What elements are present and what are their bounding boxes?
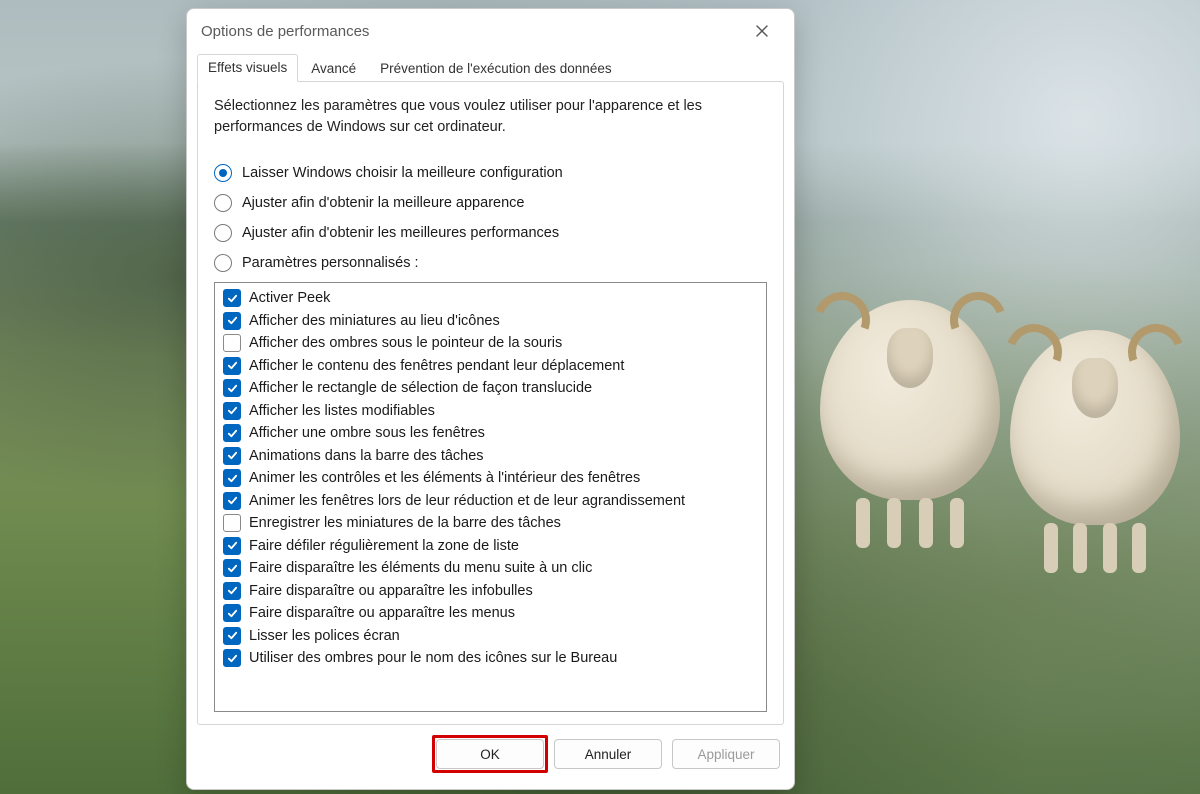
- radio-indicator[interactable]: [214, 224, 232, 242]
- preset-radio-row[interactable]: Laisser Windows choisir la meilleure con…: [214, 164, 767, 182]
- close-button[interactable]: [744, 17, 780, 45]
- effect-option-row[interactable]: Enregistrer les miniatures de la barre d…: [221, 512, 760, 535]
- effect-option-row[interactable]: Afficher des miniatures au lieu d'icônes: [221, 310, 760, 333]
- effect-option-row[interactable]: Afficher le contenu des fenêtres pendant…: [221, 355, 760, 378]
- preset-radio-row[interactable]: Ajuster afin d'obtenir les meilleures pe…: [214, 224, 767, 242]
- checkbox[interactable]: [223, 312, 241, 330]
- effect-option-row[interactable]: Lisser les polices écran: [221, 625, 760, 648]
- tab-0[interactable]: Effets visuels: [197, 54, 298, 82]
- effect-option-label: Faire défiler régulièrement la zone de l…: [249, 537, 519, 555]
- checkbox[interactable]: [223, 402, 241, 420]
- effect-option-label: Lisser les polices écran: [249, 627, 400, 645]
- effect-option-row[interactable]: Utiliser des ombres pour le nom des icôn…: [221, 647, 760, 670]
- effect-option-label: Afficher une ombre sous les fenêtres: [249, 424, 485, 442]
- checkbox[interactable]: [223, 334, 241, 352]
- checkbox[interactable]: [223, 559, 241, 577]
- effect-option-label: Animer les fenêtres lors de leur réducti…: [249, 492, 685, 510]
- effect-option-row[interactable]: Faire disparaître ou apparaître les menu…: [221, 602, 760, 625]
- checkbox[interactable]: [223, 357, 241, 375]
- close-icon: [756, 25, 768, 37]
- tab-1[interactable]: Avancé: [300, 55, 367, 82]
- radio-label: Laisser Windows choisir la meilleure con…: [242, 165, 563, 181]
- desktop-wallpaper: Options de performances Effets visuelsAv…: [0, 0, 1200, 794]
- effect-option-row[interactable]: Animer les fenêtres lors de leur réducti…: [221, 490, 760, 513]
- effect-option-row[interactable]: Faire disparaître les éléments du menu s…: [221, 557, 760, 580]
- checkbox[interactable]: [223, 379, 241, 397]
- checkbox[interactable]: [223, 289, 241, 307]
- effect-option-label: Activer Peek: [249, 289, 330, 307]
- effect-option-row[interactable]: Afficher les listes modifiables: [221, 400, 760, 423]
- radio-label: Paramètres personnalisés :: [242, 255, 419, 271]
- effect-option-label: Afficher le contenu des fenêtres pendant…: [249, 357, 624, 375]
- effect-option-row[interactable]: Afficher une ombre sous les fenêtres: [221, 422, 760, 445]
- checkbox[interactable]: [223, 424, 241, 442]
- dialog-button-row: OK Annuler Appliquer: [187, 725, 794, 773]
- cancel-button[interactable]: Annuler: [554, 739, 662, 769]
- effect-option-label: Enregistrer les miniatures de la barre d…: [249, 514, 561, 532]
- radio-label: Ajuster afin d'obtenir les meilleures pe…: [242, 225, 559, 241]
- effect-option-label: Afficher des miniatures au lieu d'icônes: [249, 312, 500, 330]
- ok-button[interactable]: OK: [436, 739, 544, 769]
- checkbox[interactable]: [223, 447, 241, 465]
- effect-option-label: Afficher des ombres sous le pointeur de …: [249, 334, 562, 352]
- radio-indicator[interactable]: [214, 164, 232, 182]
- wallpaper-sheep: [1010, 330, 1180, 525]
- effect-option-label: Faire disparaître ou apparaître les info…: [249, 582, 533, 600]
- effect-option-label: Animations dans la barre des tâches: [249, 447, 484, 465]
- ok-button-highlight: OK: [436, 739, 544, 769]
- checkbox[interactable]: [223, 492, 241, 510]
- radio-label: Ajuster afin d'obtenir la meilleure appa…: [242, 195, 524, 211]
- intro-text: Sélectionnez les paramètres que vous vou…: [214, 96, 734, 138]
- apply-button[interactable]: Appliquer: [672, 739, 780, 769]
- effect-option-row[interactable]: Faire défiler régulièrement la zone de l…: [221, 535, 760, 558]
- checkbox[interactable]: [223, 649, 241, 667]
- effect-option-row[interactable]: Animer les contrôles et les éléments à l…: [221, 467, 760, 490]
- checkbox[interactable]: [223, 469, 241, 487]
- wallpaper-sheep: [820, 300, 1000, 500]
- effect-option-label: Afficher le rectangle de sélection de fa…: [249, 379, 592, 397]
- effect-option-row[interactable]: Afficher le rectangle de sélection de fa…: [221, 377, 760, 400]
- effects-listbox[interactable]: Activer Peek Afficher des miniatures au l…: [214, 282, 767, 712]
- titlebar: Options de performances: [187, 9, 794, 53]
- radio-indicator[interactable]: [214, 194, 232, 212]
- tab-2[interactable]: Prévention de l'exécution des données: [369, 55, 623, 82]
- effect-option-label: Animer les contrôles et les éléments à l…: [249, 469, 640, 487]
- effect-option-row[interactable]: Afficher des ombres sous le pointeur de …: [221, 332, 760, 355]
- checkbox[interactable]: [223, 537, 241, 555]
- preset-radio-row[interactable]: Ajuster afin d'obtenir la meilleure appa…: [214, 194, 767, 212]
- effect-option-row[interactable]: Animations dans la barre des tâches: [221, 445, 760, 468]
- effect-option-row[interactable]: Activer Peek: [221, 287, 760, 310]
- checkbox[interactable]: [223, 627, 241, 645]
- effect-option-label: Faire disparaître ou apparaître les menu…: [249, 604, 515, 622]
- window-title: Options de performances: [201, 23, 369, 40]
- performance-options-dialog: Options de performances Effets visuelsAv…: [186, 8, 795, 790]
- visual-effects-panel: Sélectionnez les paramètres que vous vou…: [197, 81, 784, 725]
- checkbox[interactable]: [223, 514, 241, 532]
- preset-radio-group: Laisser Windows choisir la meilleure con…: [214, 164, 767, 272]
- effect-option-label: Afficher les listes modifiables: [249, 402, 435, 420]
- tabstrip: Effets visuelsAvancéPrévention de l'exéc…: [187, 53, 794, 81]
- checkbox[interactable]: [223, 582, 241, 600]
- effect-option-row[interactable]: Faire disparaître ou apparaître les info…: [221, 580, 760, 603]
- radio-indicator[interactable]: [214, 254, 232, 272]
- effect-option-label: Faire disparaître les éléments du menu s…: [249, 559, 592, 577]
- effect-option-label: Utiliser des ombres pour le nom des icôn…: [249, 649, 617, 667]
- preset-radio-row[interactable]: Paramètres personnalisés :: [214, 254, 767, 272]
- checkbox[interactable]: [223, 604, 241, 622]
